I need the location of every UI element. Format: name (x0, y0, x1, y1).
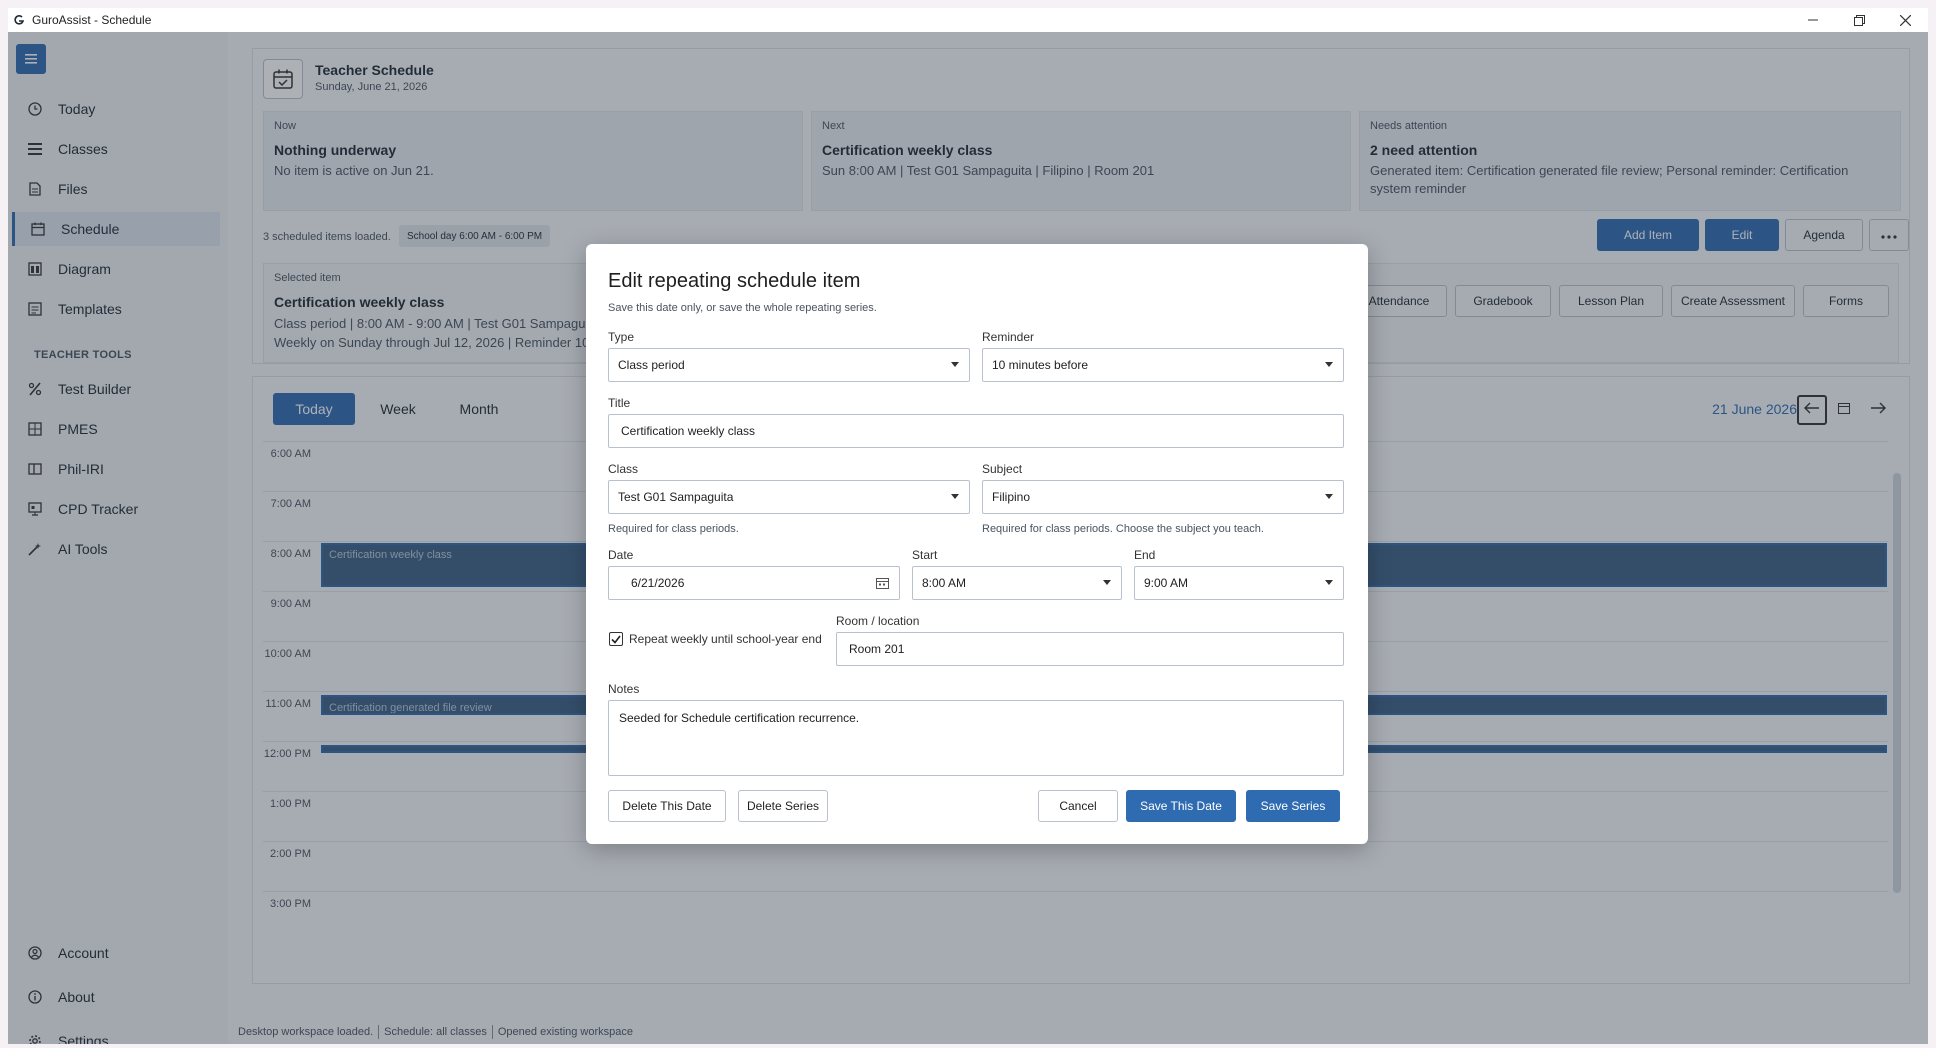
title-value: Certification weekly class (621, 424, 756, 438)
type-select[interactable]: Class period (608, 348, 970, 382)
type-value: Class period (618, 358, 685, 372)
save-this-date-button[interactable]: Save This Date (1126, 790, 1236, 822)
class-select[interactable]: Test G01 Sampaguita (608, 480, 970, 514)
cancel-button[interactable]: Cancel (1038, 790, 1118, 822)
window-controls (1790, 8, 1928, 32)
class-value: Test G01 Sampaguita (618, 490, 734, 504)
chevron-down-icon (1325, 362, 1333, 367)
repeat-weekly-label[interactable]: Repeat weekly until school-year end (629, 632, 822, 646)
check-icon (611, 635, 621, 644)
reminder-value: 10 minutes before (992, 358, 1089, 372)
chevron-down-icon (1325, 580, 1333, 585)
save-series-button[interactable]: Save Series (1246, 790, 1340, 822)
chevron-down-icon (1103, 580, 1111, 585)
class-label: Class (608, 462, 639, 476)
title-input[interactable]: Certification weekly class (608, 414, 1344, 448)
restore-button[interactable] (1836, 8, 1882, 32)
close-button[interactable] (1882, 8, 1928, 32)
start-value: 8:00 AM (922, 576, 967, 590)
date-value: 6/21/2026 (631, 576, 685, 590)
date-label: Date (608, 548, 634, 562)
chevron-down-icon (951, 362, 959, 367)
title-bar: GuroAssist - Schedule (8, 8, 1928, 32)
dialog-title: Edit repeating schedule item (608, 270, 861, 292)
room-input[interactable]: Room 201 (836, 632, 1344, 666)
class-helper-text: Required for class periods. (608, 523, 739, 535)
app-logo-icon (12, 13, 26, 27)
delete-series-button[interactable]: Delete Series (738, 790, 828, 822)
date-input[interactable]: 6/21/2026 (608, 566, 900, 600)
end-label: End (1134, 548, 1156, 562)
subject-value: Filipino (992, 490, 1031, 504)
notes-label: Notes (608, 682, 640, 696)
reminder-select[interactable]: 10 minutes before (982, 348, 1344, 382)
room-label: Room / location (836, 614, 920, 628)
subject-helper-text: Required for class periods. Choose the s… (982, 523, 1264, 535)
notes-textarea[interactable]: Seeded for Schedule certification recurr… (608, 700, 1344, 776)
minimize-button[interactable] (1790, 8, 1836, 32)
subject-label: Subject (982, 462, 1023, 476)
type-label: Type (608, 330, 635, 344)
app-window: GuroAssist - Schedule Today Classes File… (8, 8, 1928, 1044)
window-title: GuroAssist - Schedule (32, 13, 152, 27)
dialog-subtitle: Save this date only, or save the whole r… (608, 302, 877, 314)
start-label: Start (912, 548, 938, 562)
date-picker-icon[interactable] (876, 577, 889, 592)
edit-schedule-dialog: Edit repeating schedule item Save this d… (586, 244, 1368, 844)
start-time-select[interactable]: 8:00 AM (912, 566, 1122, 600)
subject-select[interactable]: Filipino (982, 480, 1344, 514)
repeat-weekly-checkbox[interactable] (609, 632, 623, 646)
delete-this-date-button[interactable]: Delete This Date (608, 790, 726, 822)
reminder-label: Reminder (982, 330, 1035, 344)
chevron-down-icon (1325, 494, 1333, 499)
chevron-down-icon (951, 494, 959, 499)
title-label: Title (608, 396, 631, 410)
room-value: Room 201 (849, 642, 905, 656)
end-time-select[interactable]: 9:00 AM (1134, 566, 1344, 600)
end-value: 9:00 AM (1144, 576, 1189, 590)
